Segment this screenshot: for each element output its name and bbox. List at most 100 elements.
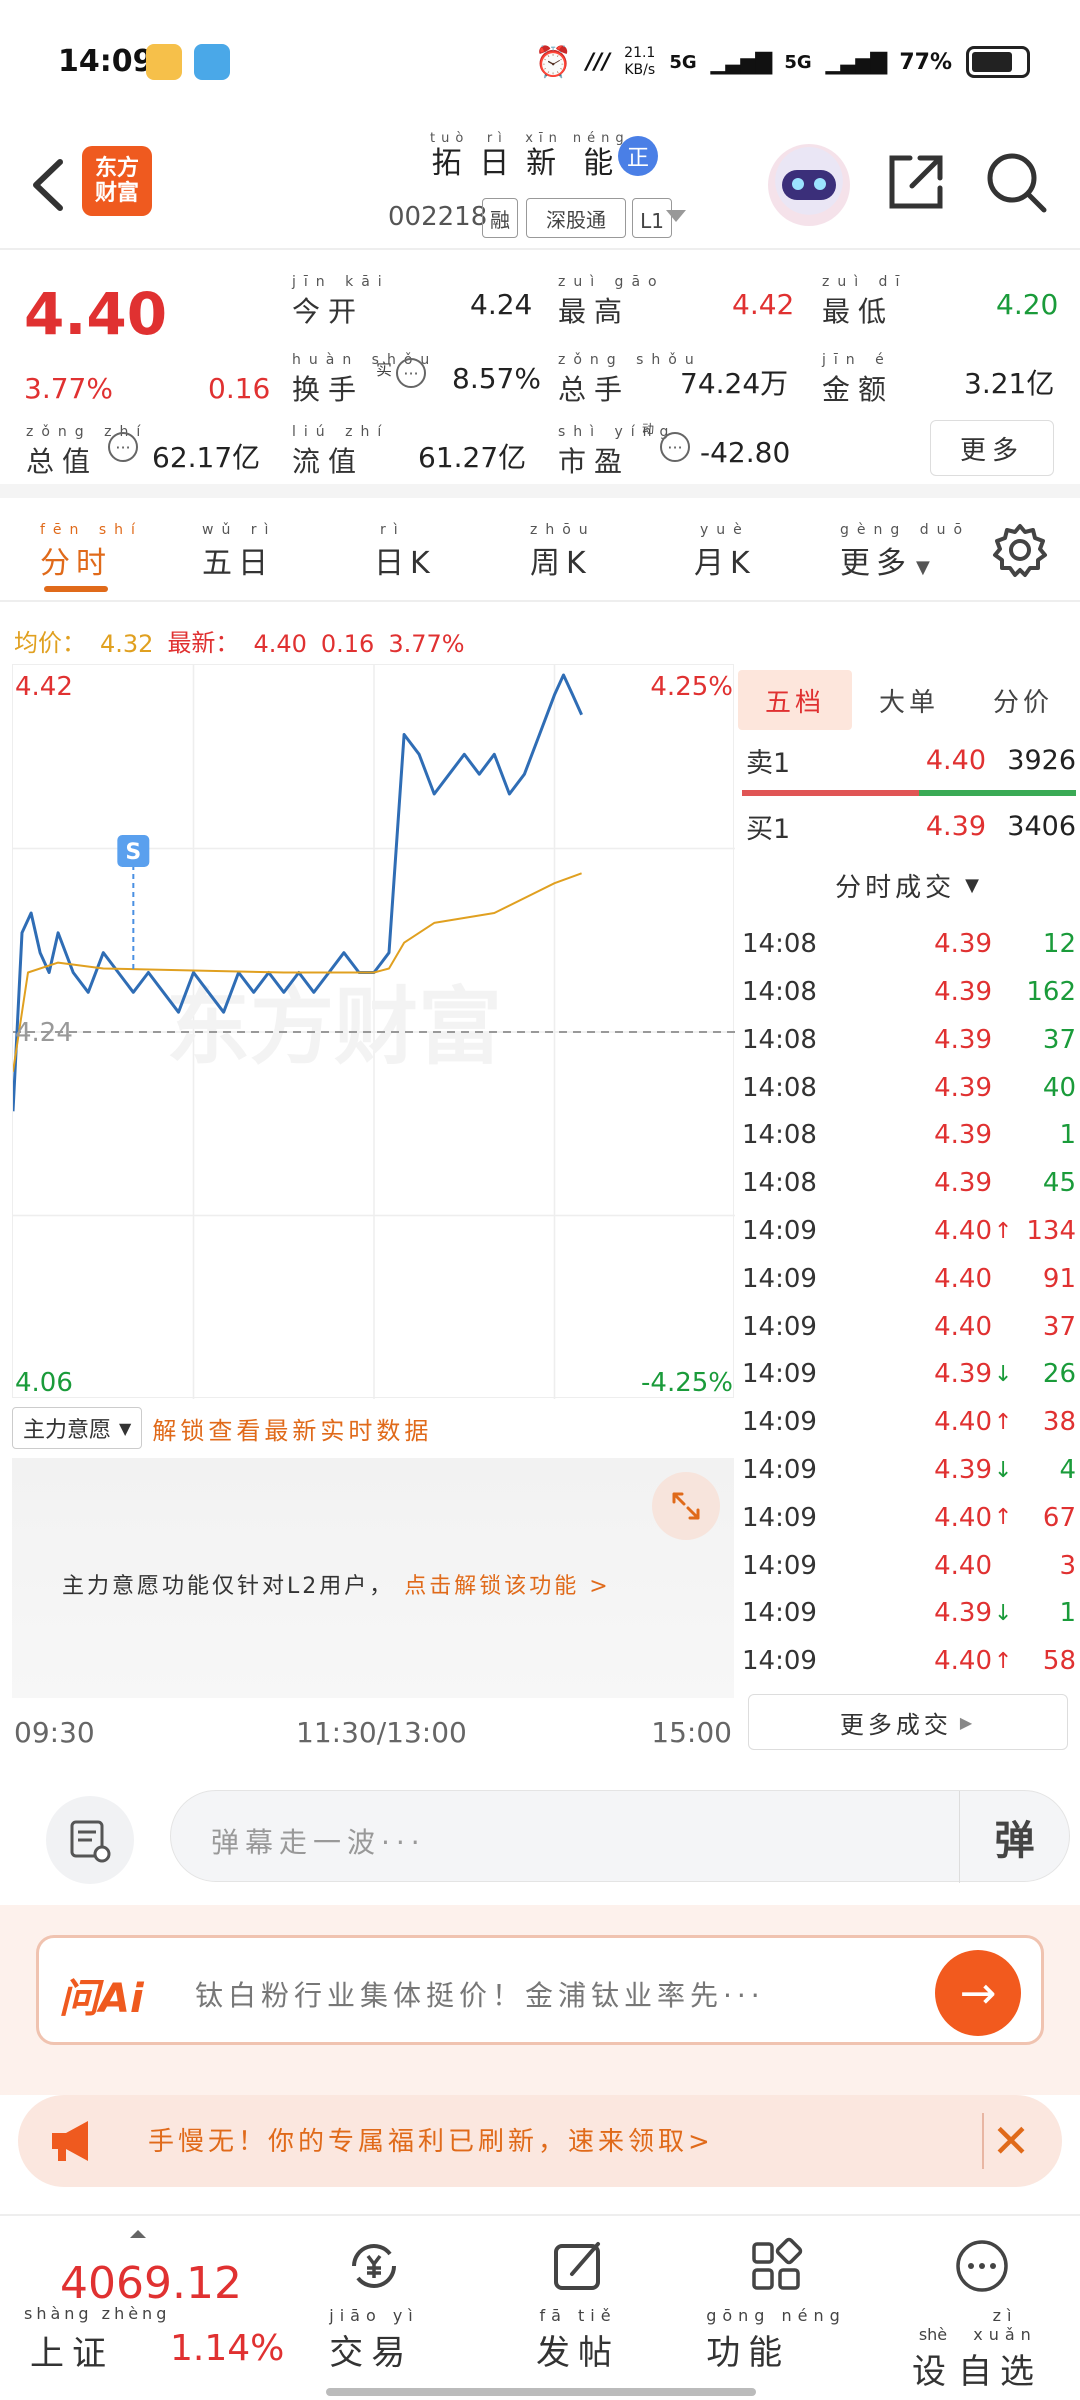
trade-volume: 12: [1042, 929, 1076, 960]
arrow-right-icon[interactable]: →: [935, 1950, 1021, 2036]
ask-ai-box[interactable]: 问Ai 钛白粉行业集体挺价！金浦钛业率先··· →: [36, 1935, 1044, 2045]
tab-daily-k[interactable]: rì 日K: [374, 522, 436, 582]
nav-trade[interactable]: jiāo yì 交易: [304, 2236, 444, 2374]
trade-volume: 1: [1059, 1120, 1076, 1151]
trade-price: 4.40: [934, 1646, 992, 1677]
marker-label: S: [125, 840, 141, 865]
pe-note: 动: [642, 422, 655, 436]
trade-price: 4.39: [934, 1455, 992, 1486]
bid-1-row: 买1 4.39 3406: [746, 810, 1076, 845]
tab-more[interactable]: gèng duō 更多 ▼: [840, 522, 970, 582]
intraday-chart[interactable]: 东方财富 S 4.42 4.25% 4.06 -4.25% 4.24: [12, 664, 735, 1399]
trade-row: 14:09 4.40 37: [742, 1302, 1076, 1351]
volume-value: 74.24万: [680, 367, 789, 400]
trade-time: 14:09: [742, 1311, 817, 1342]
chevron-down-icon: ▼: [916, 557, 936, 578]
tab-active-indicator: [44, 586, 108, 592]
megaphone-icon: [52, 2121, 88, 2161]
chevron-up-icon[interactable]: [128, 2228, 148, 2240]
trade-time: 14:08: [742, 1024, 817, 1055]
tab-price-distribution[interactable]: 分价: [966, 682, 1080, 719]
tab-five-levels[interactable]: 五档: [738, 670, 852, 730]
open-label: jīn kāi 今开: [292, 274, 390, 328]
message-settings-icon[interactable]: [46, 1796, 134, 1884]
tab-intraday[interactable]: fēn shí 分时: [40, 522, 143, 582]
signal-5g-1: 5G: [669, 51, 697, 73]
trade-direction: ↓: [994, 1361, 1013, 1387]
trade-price: 4.39: [934, 1072, 992, 1103]
chevron-right-icon: ▶: [959, 1712, 977, 1732]
amount-label: jīn é 金额: [822, 352, 895, 406]
more-trades-button[interactable]: 更多成交 ▶: [748, 1694, 1068, 1750]
app-logo[interactable]: 东方 财富: [82, 146, 152, 216]
trade-direction: ↑: [994, 1505, 1013, 1531]
trade-direction: ↑: [994, 1409, 1013, 1435]
telegram-notification-icon: [194, 44, 230, 80]
expand-icon[interactable]: [652, 1472, 720, 1540]
turnover-info-icon[interactable]: ···: [396, 358, 426, 388]
index-value[interactable]: 4069.12: [60, 2258, 242, 2309]
battery-percent: 77%: [899, 49, 952, 75]
tab-five-day[interactable]: wǔ rì 五日: [202, 522, 276, 582]
stock-status-badge: 正: [618, 136, 658, 176]
danmaku-toggle[interactable]: 弹: [959, 1791, 1069, 1883]
tab-weekly-k[interactable]: zhōu 周K: [530, 522, 596, 582]
pe-info-icon[interactable]: ···: [660, 432, 690, 462]
trade-time: 14:08: [742, 977, 817, 1008]
unlock-realtime-link[interactable]: 解锁查看最新实时数据: [152, 1411, 432, 1446]
main-intent-select[interactable]: 主力意愿 ▼: [12, 1407, 143, 1449]
back-button[interactable]: [20, 150, 80, 220]
search-icon[interactable]: [980, 146, 1052, 218]
comment-area: 弹幕走一波··· 弹: [0, 1760, 1080, 1900]
status-right: ⏰ /// 21.1 KB/s 5G ▁▃▅▇ 5G ▁▃▅▇ 77%: [535, 40, 1030, 84]
gear-icon[interactable]: [990, 520, 1050, 580]
trade-price: 4.39: [934, 1120, 992, 1151]
stock-header: 东方 财富 tuò 拓 rì 日 xīn 新 néng 能 正 002218 融 深股通…: [0, 120, 1080, 250]
y-label-bottom-right: -4.25%: [641, 1368, 733, 1398]
share-icon[interactable]: [880, 146, 952, 218]
trade-volume: 4: [1059, 1455, 1076, 1486]
high-value: 4.42: [732, 288, 795, 321]
index-change: 1.14%: [170, 2328, 285, 2369]
trade-row: 14:09 4.40 3: [742, 1541, 1076, 1590]
home-indicator[interactable]: [326, 2388, 756, 2396]
tab-monthly-k[interactable]: yuè 月K: [694, 522, 756, 582]
l2-unlock-link[interactable]: 点击解锁该功能 >: [404, 1574, 610, 1599]
trade-time: 14:09: [742, 1407, 817, 1438]
trade-direction: ↓: [994, 1600, 1013, 1626]
trade-time: 14:09: [742, 1263, 817, 1294]
ai-robot-icon[interactable]: [768, 144, 850, 226]
bottom-nav: 4069.12 shàng zhèng 上证 1.14% jiāo yì 交易 …: [0, 2214, 1080, 2400]
signal-5g-2: 5G: [784, 51, 812, 73]
mktcap-info-icon[interactable]: ···: [108, 432, 138, 462]
more-quote-button[interactable]: 更多: [930, 420, 1054, 476]
trade-time: 14:09: [742, 1646, 817, 1677]
tab-large-orders[interactable]: 大单: [852, 682, 966, 719]
trade-volume: 38: [1042, 1407, 1076, 1438]
trade-row: 14:09 4.39 ↓ 1: [742, 1589, 1076, 1638]
order-book-panel: 五档 大单 分价 卖1 4.40 3926 买1 4.39 3406 分时成交 …: [738, 664, 1080, 1754]
trade-price: 4.40: [934, 1550, 992, 1581]
amount-value: 3.21亿: [964, 367, 1055, 400]
chevron-down-icon[interactable]: [664, 206, 688, 226]
index-name[interactable]: 上证: [30, 2326, 114, 2375]
ask-ai-band: 问Ai 钛白粉行业集体挺价！金浦钛业率先··· →: [0, 1905, 1080, 2095]
trades-filter[interactable]: 分时成交 ▼: [738, 860, 1080, 910]
trade-price: 4.39: [934, 1359, 992, 1390]
edit-post-icon: [554, 2242, 600, 2290]
nav-features[interactable]: gōng néng 功能: [706, 2236, 846, 2374]
ask-ai-logo: 问Ai: [59, 1976, 144, 2022]
trade-row: 14:08 4.39 37: [742, 1016, 1076, 1065]
trade-volume: 134: [1026, 1216, 1076, 1247]
nav-watchlist[interactable]: shè 设 zì xuǎn 自选: [912, 2236, 1052, 2393]
promo-banner[interactable]: 手慢无！你的专属福利已刷新，速来领取> ✕: [18, 2095, 1062, 2187]
net-speed: 21.1 KB/s: [624, 45, 656, 78]
danmaku-input[interactable]: 弹幕走一波··· 弹: [170, 1790, 1070, 1883]
latest-change-percent: 3.77%: [388, 630, 465, 658]
latest-change-amount: 0.16: [320, 630, 375, 658]
close-icon[interactable]: ✕: [982, 2113, 1038, 2169]
stock-code: 002218: [388, 202, 488, 232]
ask-1-row: 卖1 4.40 3926: [746, 744, 1076, 779]
alarm-icon: ⏰: [534, 44, 573, 80]
nav-post[interactable]: fā tiě 发帖: [508, 2236, 648, 2374]
